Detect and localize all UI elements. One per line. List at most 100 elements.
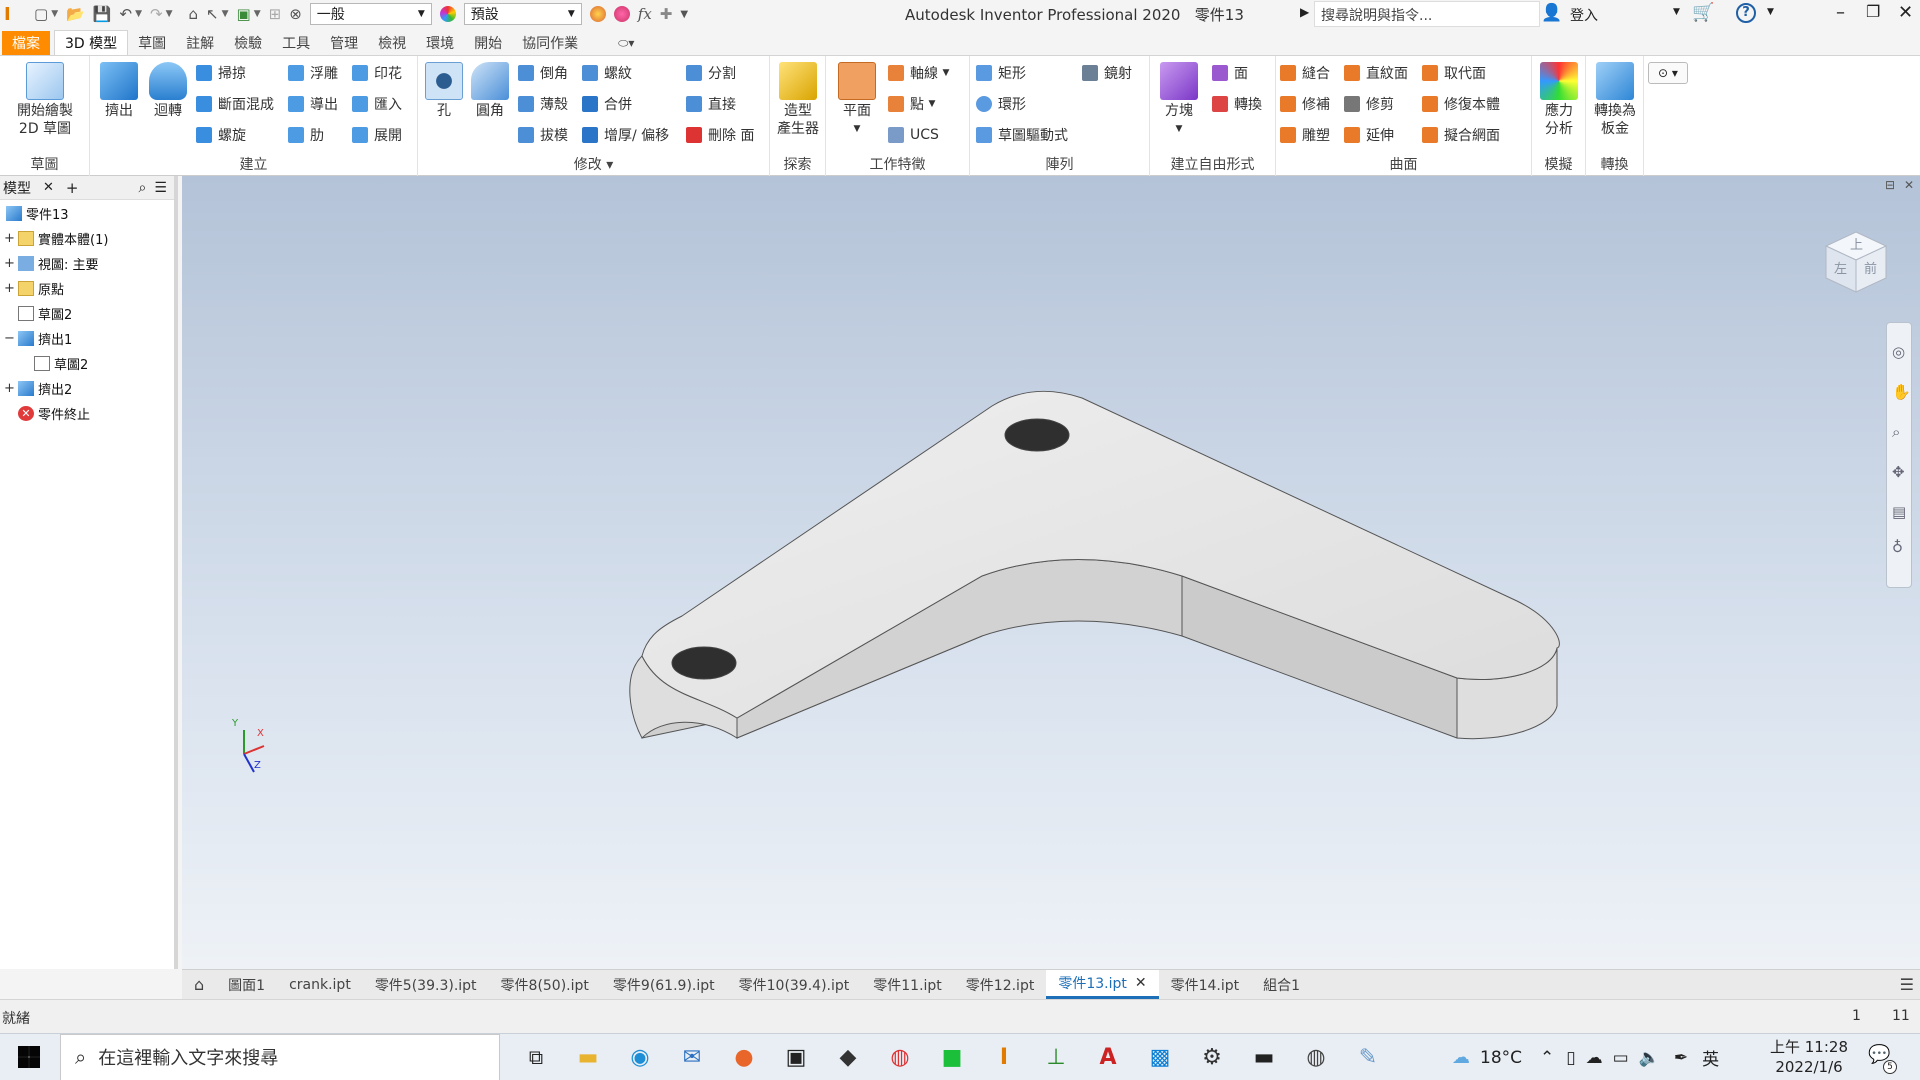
login-dropdown-icon[interactable]: ▼ — [1673, 7, 1680, 17]
unwrap-button[interactable]: 展開 — [352, 124, 402, 146]
look-at-icon[interactable]: ▤ — [1892, 503, 1906, 521]
freeform-face-button[interactable]: 面 — [1212, 62, 1248, 84]
chevron-right-icon[interactable]: ▶ — [1300, 5, 1309, 19]
select-icon[interactable]: ↖ ▼ — [202, 0, 233, 28]
pen-icon[interactable]: ✒ — [1674, 1048, 1688, 1068]
clear-appearance-icon[interactable] — [610, 0, 634, 28]
tree-item-sketch2-child[interactable]: 草圖2 — [30, 353, 88, 373]
update-icon[interactable]: ▣ ▼ — [233, 0, 265, 28]
adjust-appearance-icon[interactable] — [586, 0, 610, 28]
trim-button[interactable]: 修剪 — [1344, 93, 1394, 115]
ime-indicator[interactable]: 英 — [1702, 1045, 1719, 1070]
edge-icon[interactable]: ◉ — [618, 1035, 662, 1079]
tab-view[interactable]: 檢視 — [368, 31, 416, 55]
tab-collaborate[interactable]: 協同作業 — [512, 31, 588, 55]
delete-face-button[interactable]: 刪除 面 — [686, 124, 754, 146]
doc-tab[interactable]: crank.ipt — [277, 970, 363, 999]
close-button[interactable]: ✕ — [1898, 2, 1913, 23]
doc-tab[interactable]: 零件5(39.3).ipt — [363, 970, 489, 999]
tree-item-origin[interactable]: + 原點 — [4, 278, 64, 298]
customize-dropdown-icon[interactable]: ▼ — [676, 0, 692, 28]
doc-tab[interactable]: 組合1 — [1251, 970, 1312, 999]
close-icon[interactable]: ✕ — [43, 180, 54, 195]
graphics-viewport[interactable]: 上 左 前 ⊟ ✕ ◎ ✋ ⌕ ✥ ▤ ♁ Y X Z — [182, 176, 1920, 969]
viewcube[interactable]: 上 左 前 — [1822, 228, 1890, 296]
shape-generator-button[interactable]: 造型 產生器 — [774, 62, 822, 138]
collapse-icon[interactable]: − — [4, 331, 15, 346]
revolve-button[interactable]: 迴轉 — [145, 62, 191, 120]
pan-icon[interactable]: ✋ — [1892, 383, 1911, 401]
doc-tab[interactable]: 零件8(50).ipt — [489, 970, 601, 999]
extend-button[interactable]: 延伸 — [1344, 124, 1394, 146]
open-icon[interactable]: 📂 — [62, 0, 89, 28]
parameters-button[interactable]: fx — [634, 0, 656, 28]
expand-icon[interactable]: + — [4, 231, 15, 246]
zoom-icon[interactable]: ⌕ — [1892, 423, 1900, 441]
globe-app-icon[interactable]: ◍ — [1294, 1035, 1338, 1079]
terminal-icon[interactable]: ▬ — [1242, 1035, 1286, 1079]
tree-item-sketch2[interactable]: 草圖2 — [4, 303, 72, 323]
material-combo[interactable]: 一般 ▼ — [309, 3, 432, 25]
decal-button[interactable]: 印花 — [352, 62, 402, 84]
split-button[interactable]: 分割 — [686, 62, 736, 84]
tab-tools[interactable]: 工具 — [272, 31, 320, 55]
thread-button[interactable]: 螺紋 — [582, 62, 632, 84]
stitch-button[interactable]: 縫合 — [1280, 62, 1330, 84]
battery-icon[interactable]: ▭ — [1613, 1048, 1629, 1068]
tab-menu-icon[interactable]: ☰ — [1900, 975, 1914, 994]
file-explorer-icon[interactable]: ▬ — [566, 1035, 610, 1079]
shell-button[interactable]: 薄殼 — [518, 93, 568, 115]
new-icon[interactable]: ▢ ▼ — [30, 0, 62, 28]
ribbon-options-icon[interactable]: ⬭▾ — [608, 31, 644, 55]
taskbar-search-input[interactable]: ⌕ 在這裡輸入文字來搜尋 — [60, 1033, 500, 1080]
tab-3d-model[interactable]: 3D 模型 — [54, 30, 129, 55]
plane-button[interactable]: 平面 ▼ — [834, 62, 880, 138]
fillet-button[interactable]: 圓角 — [468, 62, 512, 120]
cad-app-icon[interactable]: ⊥ — [1034, 1035, 1078, 1079]
tab-file[interactable]: 檔案 — [2, 31, 50, 55]
help-dropdown-icon[interactable]: ▼ — [1767, 7, 1774, 17]
tab-inspect[interactable]: 檢驗 — [224, 31, 272, 55]
rib-button[interactable]: 肋 — [288, 124, 324, 146]
circular-pattern-button[interactable]: 環形 — [976, 93, 1026, 115]
ribbon-extra-dropdown[interactable]: ⊙ ▾ — [1648, 62, 1688, 84]
onedrive-icon[interactable]: ☁ — [1586, 1048, 1603, 1068]
restore-button[interactable]: ❐ — [1866, 2, 1880, 21]
tree-item-view[interactable]: + 視圖: 主要 — [4, 253, 99, 273]
sketch-driven-pattern-button[interactable]: 草圖驅動式 — [976, 124, 1068, 146]
import-button[interactable]: 匯入 — [352, 93, 402, 115]
expand-icon[interactable]: + — [4, 281, 15, 296]
extrude-button[interactable]: 擠出 — [96, 62, 142, 120]
chamfer-button[interactable]: 倒角 — [518, 62, 568, 84]
tray-app-icon[interactable]: ▯ — [1566, 1048, 1575, 1068]
rectangular-pattern-button[interactable]: 矩形 — [976, 62, 1026, 84]
tab-manage[interactable]: 管理 — [320, 31, 368, 55]
patch-button[interactable]: 修補 — [1280, 93, 1330, 115]
save-icon[interactable]: 💾 — [89, 0, 116, 28]
redo-icon[interactable]: ↷ ▼ — [146, 0, 177, 28]
search-icon[interactable]: ⌕ — [138, 180, 146, 196]
line-icon[interactable]: ■ — [930, 1035, 974, 1079]
start-2d-sketch-button[interactable]: 開始繪製 2D 草圖 — [10, 62, 80, 138]
stress-analysis-button[interactable]: 應力 分析 — [1536, 62, 1582, 138]
thicken-offset-button[interactable]: 增厚/ 偏移 — [582, 124, 669, 146]
undo-icon[interactable]: ↶ ▼ — [115, 0, 146, 28]
hole-button[interactable]: 孔 — [422, 62, 466, 120]
tree-item-extrude1[interactable]: − 擠出1 — [4, 328, 72, 348]
convert-button[interactable]: 轉換 — [1212, 93, 1262, 115]
expand-icon[interactable]: + — [4, 381, 15, 396]
ruled-surface-button[interactable]: 直紋面 — [1344, 62, 1408, 84]
inventor-taskbar-icon[interactable]: I — [982, 1035, 1026, 1079]
doc-tab[interactable]: 零件14.ipt — [1159, 970, 1252, 999]
doc-tab[interactable]: 圖面1 — [216, 970, 277, 999]
browser-tab-model[interactable]: 模型 — [3, 178, 31, 198]
doc-tab[interactable]: 零件10(39.4).ipt — [727, 970, 862, 999]
help-search-input[interactable]: 搜尋說明與指令... — [1314, 1, 1540, 27]
task-view-icon[interactable]: ⧉ — [514, 1035, 558, 1079]
minimize-button[interactable]: – — [1836, 2, 1845, 23]
inventor-logo[interactable]: I — [0, 0, 30, 28]
sculpt-button[interactable]: 雕塑 — [1280, 124, 1330, 146]
home-icon[interactable]: ⌂ — [184, 0, 202, 28]
windows-start-icon[interactable] — [18, 1046, 40, 1068]
fit-mesh-face-button[interactable]: 擬合網面 — [1422, 124, 1500, 146]
